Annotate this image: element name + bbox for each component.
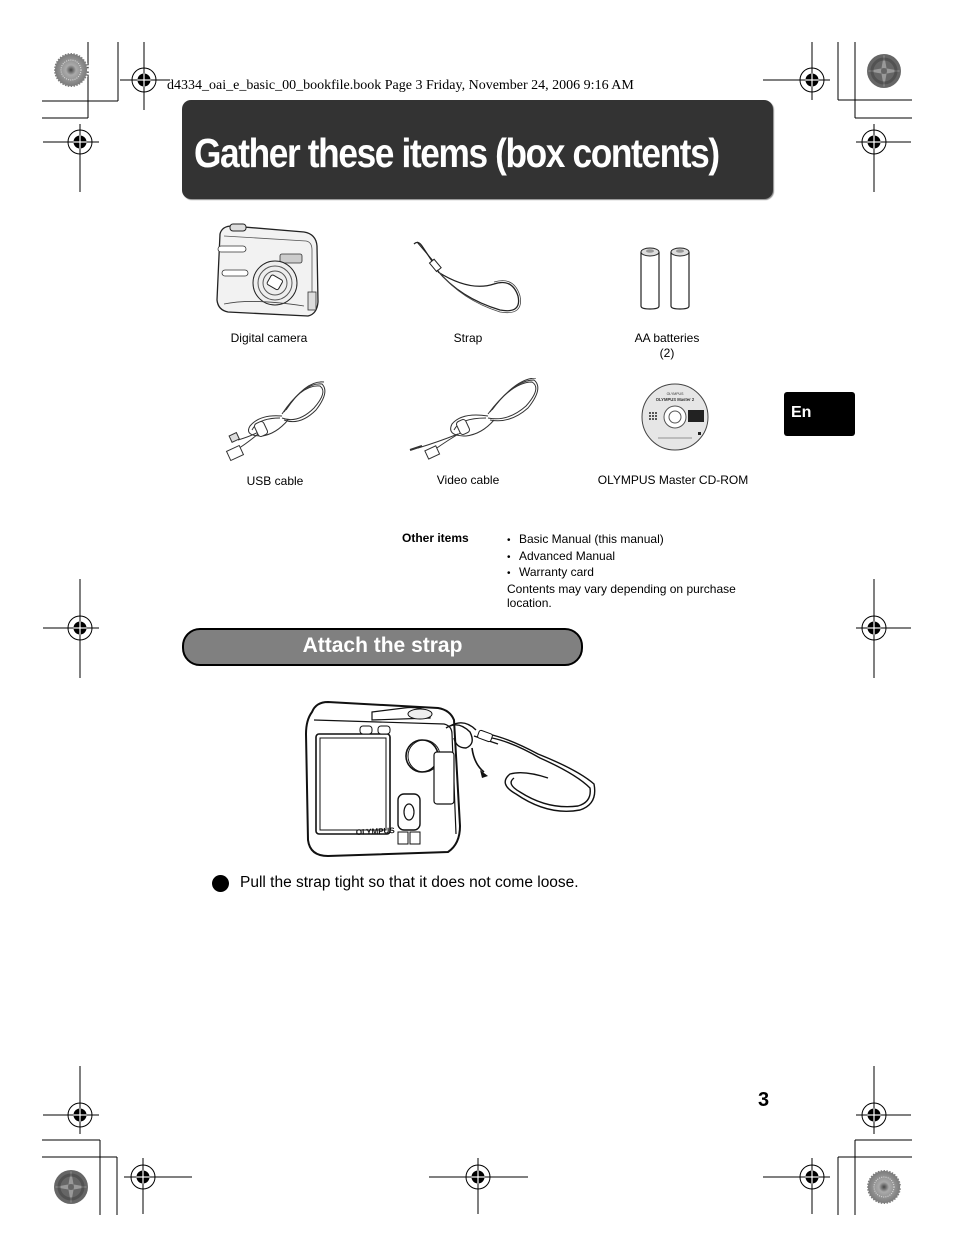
language-tab-label: En: [791, 404, 812, 421]
item-label-video-cable: Video cable: [436, 473, 500, 487]
section-header: Attach the strap: [182, 628, 583, 666]
item-label-aa-batteries: AA batteries (2): [567, 331, 767, 361]
item-label-usb-cable: USB cable: [246, 474, 304, 488]
other-items-list: Basic Manual (this manual) Advanced Manu…: [507, 532, 752, 611]
bullet-icon: [212, 875, 229, 892]
registration-mark-bottom-center: [429, 1158, 528, 1214]
other-item: Warranty card: [507, 565, 752, 582]
cd-rom-illustration: OLYMPUS OLYMPUS Master 2: [641, 383, 709, 451]
other-item: Advanced Manual: [507, 549, 752, 566]
item-label-aa-batteries-text: AA batteries: [634, 331, 700, 345]
page-title: Gather these items (box contents): [194, 130, 720, 176]
strap-note: Pull the strap tight so that it does not…: [240, 874, 579, 891]
video-cable-illustration: [409, 378, 539, 460]
registration-mark-bottom-right: [763, 1158, 830, 1214]
registration-mark-left-upper: [43, 124, 99, 192]
registration-mark-bottom-left: [124, 1158, 192, 1214]
item-label-strap: Strap: [453, 331, 483, 345]
other-item: Basic Manual (this manual): [507, 532, 752, 549]
page-title-banner: Gather these items (box contents): [182, 100, 773, 199]
color-target-top-left: [53, 52, 89, 88]
color-target-bottom-right: [866, 1169, 902, 1205]
other-items-note: Contents may vary depending on purchase …: [507, 581, 736, 611]
aa-batteries-illustration: [640, 247, 690, 310]
svg-text:OLYMPUS Master 2: OLYMPUS Master 2: [656, 397, 695, 402]
page-number: 3: [758, 1089, 770, 1111]
item-label-aa-batteries-count: (2): [659, 346, 675, 360]
svg-text:OLYMPUS: OLYMPUS: [667, 392, 685, 396]
registration-mark-right-lower: [856, 1066, 911, 1134]
digital-camera-illustration: [216, 223, 319, 317]
registration-mark-top-right: [763, 42, 830, 100]
language-tab: En: [784, 392, 855, 436]
color-target-bottom-left: [52, 1168, 90, 1206]
item-label-digital-camera: Digital camera: [230, 331, 308, 345]
other-items-label: Other items: [402, 531, 469, 545]
color-target-top-right: [865, 52, 903, 90]
registration-mark-right-middle: [856, 579, 911, 678]
registration-mark-left-lower: [43, 1066, 99, 1134]
registration-mark-right-upper: [856, 124, 911, 192]
camera-with-strap-illustration: OLYMPUS: [304, 700, 596, 858]
print-header-info: d4334_oai_e_basic_00_bookfile.book Page …: [167, 78, 634, 93]
section-title: Attach the strap: [302, 634, 463, 657]
usb-cable-illustration: [225, 381, 326, 462]
strap-illustration: [413, 241, 521, 314]
registration-mark-left-middle: [43, 579, 99, 678]
registration-mark-top-left: [120, 42, 170, 110]
item-label-cd-rom: OLYMPUS Master CD-ROM: [597, 473, 749, 487]
